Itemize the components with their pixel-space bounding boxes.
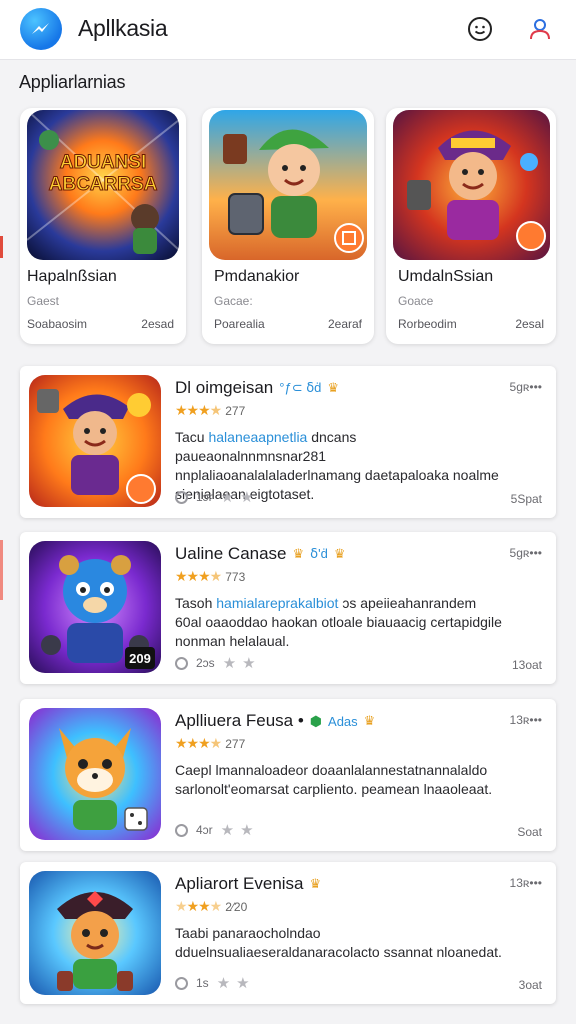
star-row-icon: ★★ <box>222 655 262 672</box>
desc-highlight: hamialareprakalbiot <box>216 595 339 611</box>
rating-stars-icon: ★★★★ <box>175 735 222 751</box>
app-description: Taabi panaraocholndao dduelnsualiaeseral… <box>175 924 505 962</box>
featured-subtitle: Rorbeodim <box>398 317 457 331</box>
app-count: 5Spat <box>510 492 542 506</box>
clock-icon <box>175 656 188 670</box>
app-tag: ẟ'ḋ <box>310 546 328 561</box>
svg-text:ABCARRSA: ABCARRSA <box>49 174 158 195</box>
crown-icon: ♛ <box>309 876 322 891</box>
featured-subtitle: Poarealia <box>214 317 265 331</box>
app-list-item[interactable]: Apliarort Evenisa ♛ 13ʀ••• ★★★★ 2⁄20 Taa… <box>20 862 556 1004</box>
app-rating: ★★★★ 277 <box>175 402 245 419</box>
featured-category: Gacae: <box>214 294 253 308</box>
featured-category: Goace <box>398 294 434 308</box>
app-list-item[interactable]: Dl oimgeisan °ƒ⊂ ẟḋ ♛ 5gʀ••• ★★★★ 277 Ta… <box>20 366 556 518</box>
game-cover-fox-hero <box>29 708 161 840</box>
game-cover-title-art: ADUANSI ABCARRSA <box>27 110 179 260</box>
footer-text: 1s <box>196 976 209 990</box>
app-description: Caepl lmannaloadeor doaanlalannestatnann… <box>175 761 505 799</box>
game-cover-robot-bear: 209 <box>29 541 161 673</box>
footer-text: 1ɔr <box>196 490 213 504</box>
rating-value: 277 <box>225 736 246 751</box>
featured-name: UmdalnSsian <box>398 268 494 285</box>
footer-text: 2ɔs <box>196 656 215 670</box>
edge-marker <box>0 540 3 600</box>
crown-icon: ♛ <box>363 713 376 728</box>
app-name-text: Ualine Canase <box>175 544 287 563</box>
app-list-item[interactable]: Aplliuera Feusa • ⬢ Adas ♛ 13ʀ••• ★★★★ 2… <box>20 699 556 851</box>
app-tag: °ƒ⊂ ẟḋ <box>279 380 322 395</box>
app-list-item[interactable]: 209 Ualine Canase ♛ ẟ'ḋ ♛ 5gʀ••• ★★★★ 77… <box>20 532 556 684</box>
app-footer: 1s ★★ <box>175 974 256 992</box>
crown-icon: ♛ <box>327 380 340 395</box>
app-rating: ★★★★ 2⁄20 <box>175 898 247 915</box>
shield-check-icon: ⬢ <box>309 712 323 729</box>
edge-marker <box>0 236 3 258</box>
game-cover-pirate-hero <box>29 375 161 507</box>
clock-icon <box>175 976 188 990</box>
app-description: Tasoh hamialareprakalbiot ɔs apeiieahanr… <box>175 594 505 651</box>
app-size: 13ʀ••• <box>509 713 542 727</box>
messenger-bolt-icon[interactable] <box>20 8 62 50</box>
smiley-face-icon[interactable] <box>466 15 494 43</box>
app-title: Apllkasia <box>78 15 168 41</box>
user-profile-icon[interactable] <box>526 15 554 43</box>
app-footer: 1ɔr ★★ <box>175 488 260 506</box>
app-name: Aplliuera Feusa • ⬢ Adas ♛ <box>175 711 375 731</box>
featured-name: Pmdanakior <box>214 268 300 285</box>
featured-category: Gaest <box>27 294 60 308</box>
section-title: Appliarlarnias <box>19 72 126 92</box>
app-name-text: Apliarort Evenisa <box>175 874 304 893</box>
featured-count: 2esad <box>141 317 174 331</box>
app-rating: ★★★★ 277 <box>175 735 245 752</box>
app-count: Soat <box>517 825 542 839</box>
rating-stars-icon: ★★★★ <box>175 898 222 914</box>
app-name-text: Aplliuera Feusa • <box>175 711 304 730</box>
featured-card[interactable]: Pmdanakior Gacae: Poarealia 2earaf <box>202 108 374 344</box>
featured-subtitle: Soabaosim <box>27 317 88 331</box>
thumb-badge: 209 <box>129 651 151 666</box>
clock-icon <box>175 823 188 837</box>
app-count: 3oat <box>518 978 542 992</box>
footer-text: 4ɔr <box>196 823 213 837</box>
app-footer: 4ɔr ★★ <box>175 821 260 839</box>
app-name-text: Dl oimgeisan <box>175 378 274 397</box>
desc-text: Tacu <box>175 429 209 445</box>
rating-value: 277 <box>225 403 246 418</box>
rating-value: 773 <box>225 569 246 584</box>
rating-stars-icon: ★★★★ <box>175 568 222 584</box>
featured-name: Hapalnßsian <box>27 268 117 285</box>
app-footer: 2ɔs ★★ <box>175 654 262 672</box>
app-size: 13ʀ••• <box>509 876 542 890</box>
star-row-icon: ★★ <box>216 975 256 992</box>
app-name: Apliarort Evenisa ♛ <box>175 874 321 894</box>
game-cover-wizard-hero <box>393 110 550 260</box>
featured-card[interactable]: UmdalnSsian Goace Rorbeodim 2esal <box>386 108 556 344</box>
game-cover-cartoon-hero <box>209 110 367 260</box>
desc-text: peamean lnaaoleaat. <box>357 781 493 797</box>
app-tag: Adas <box>328 713 358 729</box>
desc-highlight: halaneaapnetlia <box>208 429 308 445</box>
clock-icon <box>175 490 188 504</box>
star-row-icon: ★★ <box>220 489 260 506</box>
app-header: Apllkasia <box>0 0 576 60</box>
game-cover-pirate-fox <box>29 871 161 995</box>
svg-text:ADUANSI: ADUANSI <box>60 152 147 173</box>
app-count: 13oat <box>511 658 542 672</box>
rating-value: 2⁄20 <box>225 899 248 914</box>
featured-count: 2esal <box>515 317 544 331</box>
app-size: 5gʀ••• <box>509 546 542 560</box>
star-row-icon: ★★ <box>220 822 260 839</box>
rating-stars-icon: ★★★★ <box>175 402 222 418</box>
app-size: 5gʀ••• <box>509 380 542 394</box>
app-name: Ualine Canase ♛ ẟ'ḋ ♛ <box>175 544 346 564</box>
crown-icon: ♛ <box>292 546 305 561</box>
featured-card[interactable]: ADUANSI ABCARRSA Hapalnßsian Gaest Soaba… <box>20 108 186 344</box>
desc-text: Taabi panaraocholndao dduelnsualiaeseral… <box>175 925 502 960</box>
app-name: Dl oimgeisan °ƒ⊂ ẟḋ ♛ <box>175 378 339 398</box>
featured-count: 2earaf <box>327 317 362 331</box>
app-rating: ★★★★ 773 <box>175 568 245 585</box>
desc-text: Tasoh <box>175 595 217 611</box>
crown-icon: ♛ <box>333 546 346 561</box>
